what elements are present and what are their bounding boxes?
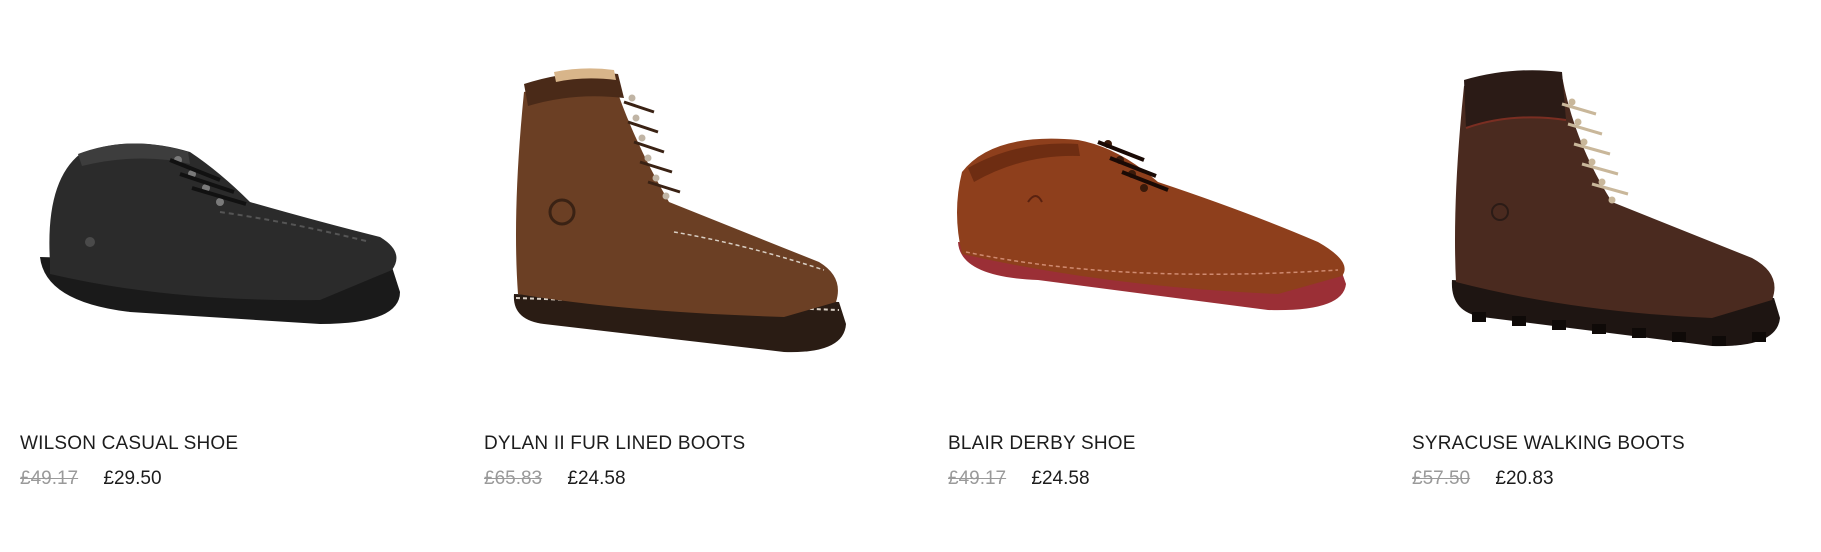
product-image[interactable] bbox=[20, 62, 440, 362]
product-grid: WILSON CASUAL SHOE £49.17 £29.50 DYLAN I… bbox=[0, 0, 1821, 552]
brown-boot-image bbox=[513, 68, 846, 353]
product-title[interactable]: SYRACUSE WALKING BOOTS bbox=[1412, 433, 1685, 455]
product-image[interactable] bbox=[948, 62, 1368, 362]
sale-price: £29.50 bbox=[103, 468, 162, 489]
product-prices: £65.83 £24.58 bbox=[484, 468, 626, 490]
product-prices: £49.17 £29.50 bbox=[20, 468, 162, 490]
product-card[interactable]: DYLAN II FUR LINED BOOTS £65.83 £24.58 bbox=[484, 0, 914, 552]
product-title[interactable]: WILSON CASUAL SHOE bbox=[20, 433, 238, 455]
product-title[interactable]: BLAIR DERBY SHOE bbox=[948, 433, 1136, 455]
product-prices: £49.17 £24.58 bbox=[948, 468, 1090, 490]
product-image[interactable] bbox=[1412, 62, 1821, 362]
sale-price: £24.58 bbox=[567, 468, 626, 489]
sale-price: £24.58 bbox=[1031, 468, 1090, 489]
original-price: £49.17 bbox=[20, 468, 79, 489]
product-card[interactable]: SYRACUSE WALKING BOOTS £57.50 £20.83 bbox=[1412, 0, 1821, 552]
product-card[interactable]: WILSON CASUAL SHOE £49.17 £29.50 bbox=[20, 0, 450, 552]
dark-boot-image bbox=[1451, 70, 1780, 347]
product-card[interactable]: BLAIR DERBY SHOE £49.17 £24.58 bbox=[948, 0, 1378, 552]
original-price: £65.83 bbox=[484, 468, 543, 489]
black-shoe-image bbox=[40, 143, 400, 324]
product-prices: £57.50 £20.83 bbox=[1412, 468, 1554, 490]
tan-shoe-image bbox=[957, 138, 1346, 311]
product-image[interactable] bbox=[484, 62, 904, 362]
sale-price: £20.83 bbox=[1495, 468, 1554, 489]
original-price: £49.17 bbox=[948, 468, 1007, 489]
original-price: £57.50 bbox=[1412, 468, 1471, 489]
product-title[interactable]: DYLAN II FUR LINED BOOTS bbox=[484, 433, 745, 455]
